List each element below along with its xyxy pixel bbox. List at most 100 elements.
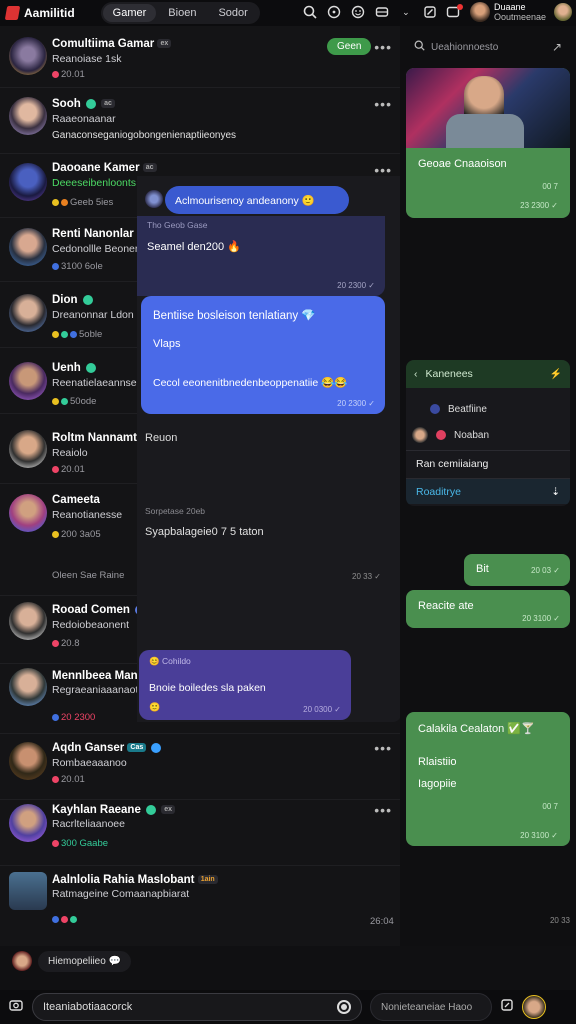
option-label: Roaditrye [416, 485, 461, 498]
message-bubble[interactable]: Bit 20 03 ✓ [464, 554, 570, 586]
emoji-icon[interactable] [350, 4, 366, 20]
notification-icon[interactable] [446, 4, 463, 20]
list-item[interactable]: Kayhlan Raeane ex Racrlteliaanoee 300 Ga… [0, 800, 400, 866]
thread-sub: Racrlteliaanoee [52, 818, 125, 830]
video-card[interactable]: Geoae Cnaaoison 00 7 23 2300 ✓ [406, 68, 570, 218]
avatar [145, 190, 163, 208]
top-bar: Aamilitid Gamer Bioen Sodor ⌄ Duaane Oou… [0, 0, 576, 26]
options-header[interactable]: ‹ Kanenees ⚡ [406, 360, 570, 388]
thread-name: Kayhlan Raeane [52, 804, 141, 816]
record-icon[interactable] [337, 1000, 351, 1014]
thread-sub: Reaiolo [52, 447, 88, 459]
profile-avatar[interactable] [522, 995, 546, 1019]
avatar [9, 163, 47, 201]
thread-meta: 20 2300 [52, 712, 95, 723]
profile-avatar[interactable] [554, 3, 572, 21]
option-item[interactable]: Ran cemiiaiang [406, 450, 570, 476]
message-meta: 00 7 [542, 802, 558, 811]
more-icon[interactable]: ••• [374, 39, 392, 55]
message-bubble[interactable]: Reacite ate 20 3100 ✓ [406, 590, 570, 628]
list-item[interactable]: Aalnlolia Rahia Maslobant 1ain Ratmagein… [0, 866, 400, 946]
video-thumbnail[interactable] [406, 68, 570, 148]
purple-bubble[interactable]: 😊 Cohildo Bnoie boiledes sla paken 🙂 20 … [139, 650, 351, 720]
notification-dot [456, 4, 463, 10]
message-line-text: Seamel den200 [147, 241, 225, 253]
edit-icon[interactable] [422, 4, 438, 20]
message-bubble[interactable]: Calakila Cealaton ✅🍸 Rlaistiio Iagopiie … [406, 712, 570, 846]
list-item[interactable]: Sooh ac Raaeonaanar Ganaconseganiogobong… [0, 88, 400, 154]
thread-sub: Reanotianesse [52, 509, 123, 521]
search-input[interactable]: Ueahionnoesto [431, 42, 546, 53]
meta-text: Geeb 5ies [70, 197, 114, 208]
message-line: Iagopiie [418, 778, 457, 790]
option-item[interactable]: Beatfiine [406, 396, 570, 422]
avatar [9, 228, 47, 266]
status-dot-icon [52, 839, 59, 847]
chevron-down-icon[interactable]: ⌄ [398, 4, 414, 20]
thread-meta: 300 Gaabe [52, 838, 108, 849]
pinned-thread[interactable]: Comultiima Gamar ex Reanoiase 1sk 20.01 … [0, 26, 400, 88]
thread-meta: 3100 6ole [52, 261, 103, 272]
inbox-icon[interactable] [374, 4, 390, 20]
options-title: Kanenees [425, 368, 473, 380]
secondary-input[interactable]: Nonieteaneiae Haoo [370, 993, 492, 1021]
thread-sub: Dreanonnar Ldon [52, 309, 134, 321]
thread-title: Renti Nanonlar [52, 228, 134, 240]
thread-name: Rooad Comen [52, 604, 130, 616]
info-icon[interactable] [326, 4, 342, 20]
blue-ts-text: 20 2300 [337, 399, 367, 408]
thread-title: Rooad Comen [52, 604, 147, 616]
avatar [9, 804, 47, 842]
meta-text: 3100 6ole [61, 261, 103, 272]
thread-title: Uenh [52, 362, 98, 374]
highlight-body-text: Cecol eeonenitbnedenbeoppenatiie [153, 377, 319, 389]
thread-sub: Regraeaniaaanaotis [52, 684, 146, 696]
verified-icon [82, 294, 93, 305]
tab-sodor[interactable]: Sodor [208, 4, 257, 22]
msg3-ts-text: 20 3100 [520, 831, 550, 840]
more-icon[interactable]: ••• [374, 740, 392, 756]
list-item[interactable]: Aqdn Ganser Cas Rombaeaaanoo 20.01 ••• [0, 734, 400, 800]
thread-meta: 50ode [52, 396, 96, 407]
user-chip[interactable]: Duaane Ooutmeenae [469, 2, 546, 22]
thread-title: Aqdn Ganser Cas [52, 742, 163, 754]
top-bubble[interactable]: Aclmourisenoy andeanony 🙂 [165, 186, 349, 214]
thread-meta: 20.01 [52, 774, 85, 785]
message-input[interactable]: Iteaniabotiaacorck [32, 993, 362, 1021]
thread-preview: Oleen Sae Raine [52, 570, 125, 581]
more-icon[interactable]: ••• [374, 96, 392, 112]
share-icon[interactable]: ↗ [552, 40, 562, 54]
thread-name: Uenh [52, 362, 81, 374]
option-item-active[interactable]: Roaditrye ⇣ [406, 478, 570, 504]
status-dot-icon [52, 465, 59, 473]
status-dot-icon [70, 330, 77, 338]
status-dot-icon [61, 397, 68, 405]
highlight-bubble[interactable]: Bentiise bosleison tenlatiany 💎 Vlaps Ce… [141, 296, 385, 414]
chip-text: Hiemopeliieo [48, 955, 106, 967]
thread-name: Aalnlolia Rahia Maslobant [52, 874, 195, 886]
verified-icon [85, 362, 96, 373]
reply-chip[interactable]: Hiemopeliieo 💬 [12, 948, 132, 974]
purple-text: Bnoie boiledes sla paken [149, 682, 266, 694]
smile-icon: 🙂 [149, 702, 161, 712]
sticker-icon[interactable] [500, 998, 514, 1017]
tab-gamer[interactable]: Gamer [102, 4, 157, 22]
pin-icon[interactable]: ⚡ [550, 369, 562, 380]
message-text: Reacite ate [418, 600, 474, 612]
msg1-ts-text: 20 03 [531, 566, 552, 575]
video-caption: Geoae Cnaaoison [418, 158, 507, 170]
search-icon[interactable] [302, 4, 318, 20]
tab-bioen[interactable]: Bioen [158, 4, 206, 22]
highlight-body: Cecol eeonenitbnedenbeoppenatiie 😂😂 [153, 377, 348, 389]
option-item[interactable]: Noaban [406, 422, 570, 448]
thread-name: Dion [52, 294, 78, 306]
camera-icon[interactable] [8, 997, 24, 1018]
more-icon[interactable]: ••• [374, 802, 392, 818]
chevron-left-icon[interactable]: ‹ [414, 368, 418, 380]
message-card[interactable]: Tho Geob Gase Seamel den200 🔥 20 2300 ✓ [137, 216, 385, 296]
message-title: Calakila Cealaton ✅🍸 [418, 723, 535, 735]
brand[interactable]: Aamilitid [4, 6, 75, 20]
search-bar[interactable]: Ueahionnoesto ↗ [406, 34, 570, 60]
status-dot-icon [52, 262, 59, 270]
join-button[interactable]: Geen [327, 38, 372, 55]
